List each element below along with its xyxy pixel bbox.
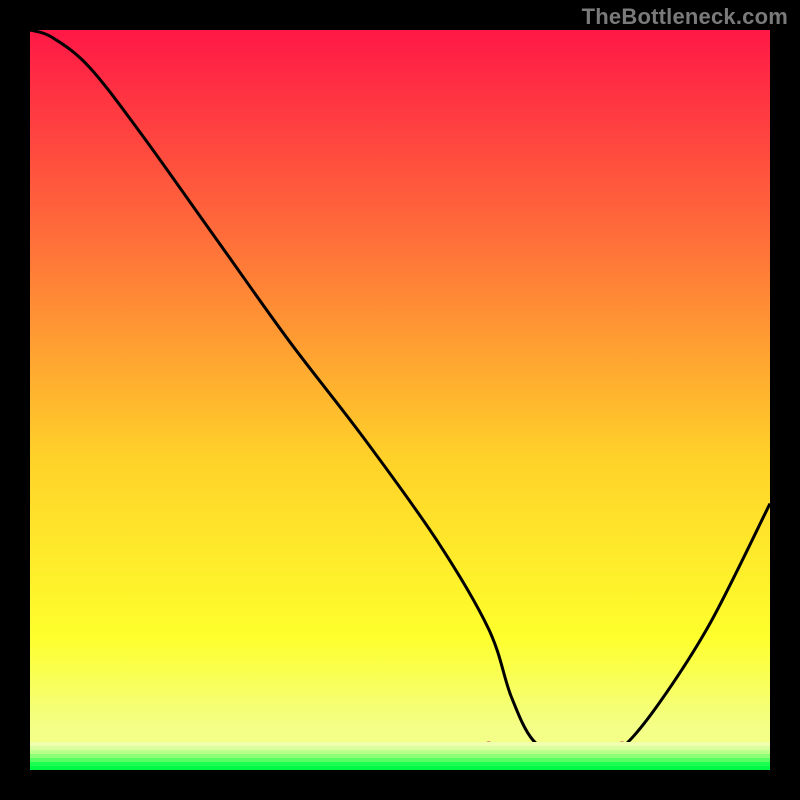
chart-frame xyxy=(30,30,770,770)
attribution-label: TheBottleneck.com xyxy=(582,4,788,30)
green-bottom-band xyxy=(30,742,770,770)
gradient-background xyxy=(30,30,770,770)
chart-canvas xyxy=(30,30,770,770)
